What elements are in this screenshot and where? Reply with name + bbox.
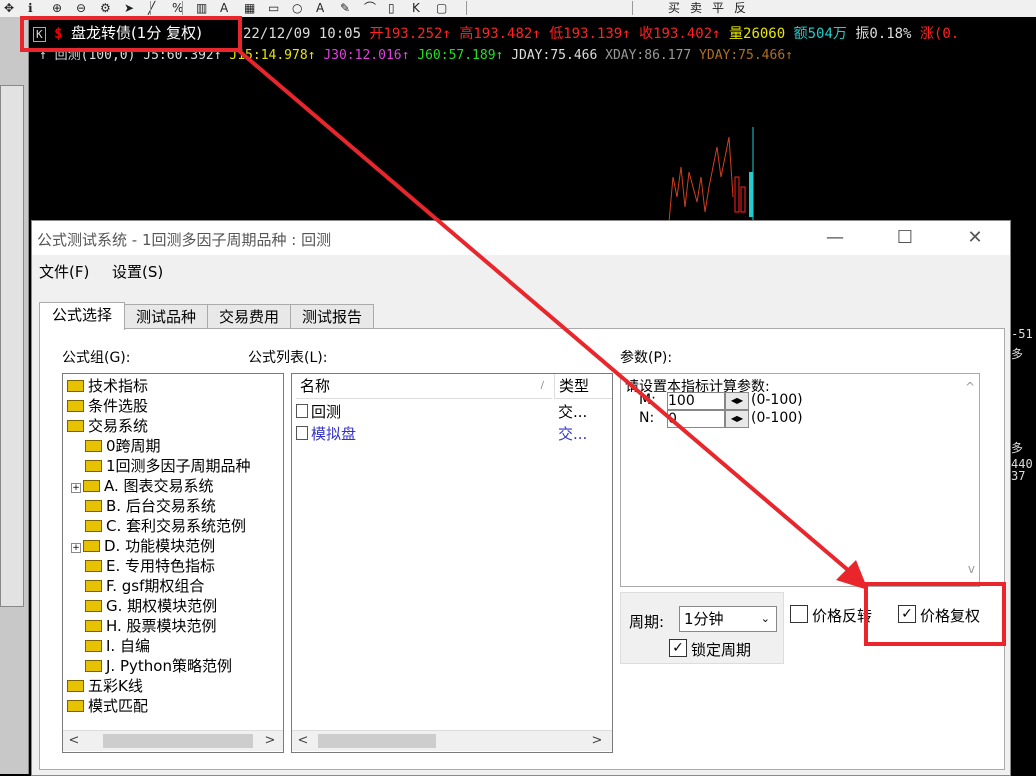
annotation-arrow: [236, 48, 868, 590]
annotation-box-title: [20, 16, 242, 52]
annotation-box-price-restore: [864, 582, 1006, 646]
